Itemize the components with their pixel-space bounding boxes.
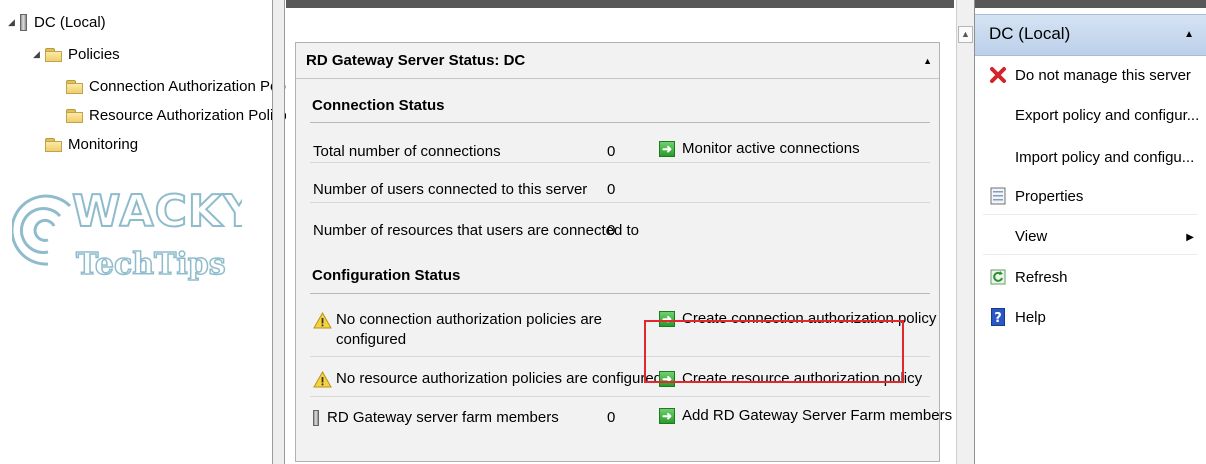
folder-icon bbox=[45, 137, 62, 152]
row-label-container: RD Gateway server farm members bbox=[313, 409, 559, 427]
red-x-icon bbox=[989, 66, 1007, 84]
row-value: 0 bbox=[607, 409, 616, 426]
tree-node-label: Policies bbox=[68, 45, 120, 63]
row-label-container: No connection authorization policies are… bbox=[313, 310, 602, 350]
pane-header-bar bbox=[975, 0, 1206, 8]
folder-icon bbox=[45, 47, 62, 62]
table-row: Total number of connections 0 ➜ Monitor … bbox=[310, 123, 930, 163]
svg-text:WACKY: WACKY bbox=[72, 186, 242, 237]
row-value: 0 bbox=[607, 222, 616, 239]
server-icon bbox=[313, 410, 319, 427]
action-import-policy[interactable]: Import policy and configu... bbox=[975, 140, 1206, 176]
row-label: Number of resources that users are conne… bbox=[313, 222, 640, 239]
console-tree: ◢ DC (Local) ◢ Policies Connection Autho… bbox=[0, 0, 312, 464]
submenu-arrow-icon: ▶ bbox=[1186, 232, 1194, 243]
tree-node-policies[interactable]: ◢ Policies bbox=[33, 43, 120, 65]
action-export-policy[interactable]: Export policy and configur... bbox=[975, 98, 1206, 134]
tree-node-rap[interactable]: Resource Authorization Policies bbox=[66, 104, 300, 126]
highlight-annotation bbox=[644, 320, 904, 383]
action-do-not-manage-server[interactable]: Do not manage this server bbox=[975, 58, 1206, 94]
menu-divider bbox=[983, 254, 1198, 255]
tree-node-label: Monitoring bbox=[68, 135, 139, 153]
action-label: Add RD Gateway Server Farm members bbox=[682, 407, 953, 424]
action-label: Refresh bbox=[1015, 269, 1068, 286]
collapse-arrow-icon[interactable]: ◢ bbox=[8, 17, 20, 28]
actions-section-title: DC (Local) bbox=[989, 24, 1071, 43]
action-label: View bbox=[1015, 228, 1048, 245]
wacky-techtips-logo: WACKY TechTips bbox=[12, 185, 242, 283]
action-label: Import policy and configu... bbox=[1015, 149, 1195, 166]
refresh-icon bbox=[989, 268, 1007, 286]
action-label: Do not manage this server bbox=[1015, 67, 1191, 84]
go-arrow-icon: ➜ bbox=[659, 407, 675, 424]
table-row: Number of resources that users are conne… bbox=[310, 203, 930, 246]
collapse-arrow-icon[interactable]: ◢ bbox=[33, 49, 45, 60]
monitor-active-connections-link[interactable]: ➜ Monitor active connections bbox=[659, 140, 860, 157]
actions-section-header[interactable]: DC (Local) ▲ bbox=[975, 14, 1206, 56]
server-icon bbox=[20, 13, 27, 31]
tree-node-label: DC (Local) bbox=[34, 13, 106, 31]
action-properties[interactable]: Properties bbox=[975, 179, 1206, 215]
action-help[interactable]: ? Help bbox=[975, 300, 1206, 336]
action-label: Help bbox=[1015, 309, 1046, 326]
row-label: configured bbox=[336, 331, 407, 348]
gateway-status-panel: RD Gateway Server Status: DC ▲ Connectio… bbox=[295, 42, 952, 462]
svg-text:TechTips: TechTips bbox=[76, 247, 226, 282]
action-refresh[interactable]: Refresh bbox=[975, 260, 1206, 296]
pane-splitter[interactable] bbox=[272, 0, 285, 464]
row-label: Number of users connected to this server bbox=[313, 181, 588, 198]
tree-node-monitoring[interactable]: Monitoring bbox=[45, 133, 138, 155]
panel-title: RD Gateway Server Status: DC bbox=[306, 52, 526, 69]
action-label: Export policy and configur... bbox=[1015, 107, 1200, 124]
tree-node-label: Resource Authorization Policies bbox=[89, 106, 300, 124]
action-label: Monitor active connections bbox=[682, 140, 860, 157]
tree-node-dc-local[interactable]: ◢ DC (Local) bbox=[8, 11, 106, 33]
results-pane: RD Gateway Server Status: DC ▲ Connectio… bbox=[286, 0, 954, 464]
warning-icon bbox=[313, 311, 332, 329]
row-value: 0 bbox=[607, 143, 616, 160]
row-label: RD Gateway server farm members bbox=[327, 409, 559, 426]
row-label-container: No resource authorization policies are c… bbox=[313, 370, 662, 388]
menu-divider bbox=[983, 214, 1198, 215]
row-label: No resource authorization policies are c… bbox=[336, 370, 663, 387]
configuration-status-heading: Configuration Status bbox=[312, 267, 461, 284]
folder-icon bbox=[66, 79, 83, 94]
vertical-scrollbar[interactable]: ▲ bbox=[956, 0, 974, 464]
folder-icon bbox=[66, 108, 83, 123]
table-row: RD Gateway server farm members 0 ➜ Add R… bbox=[310, 397, 952, 437]
properties-icon bbox=[989, 187, 1007, 205]
panel-header: RD Gateway Server Status: DC ▲ bbox=[296, 43, 939, 79]
collapse-arrow-icon[interactable]: ▲ bbox=[1184, 29, 1194, 40]
section-divider bbox=[310, 293, 930, 294]
action-view[interactable]: View ▶ bbox=[975, 219, 1206, 255]
scroll-up-icon[interactable]: ▲ bbox=[958, 26, 973, 43]
row-label: Total number of connections bbox=[313, 143, 501, 160]
help-icon: ? bbox=[989, 308, 1007, 326]
svg-text:?: ? bbox=[994, 311, 1002, 326]
connection-status-heading: Connection Status bbox=[312, 97, 445, 114]
go-arrow-icon: ➜ bbox=[659, 140, 675, 157]
actions-pane: DC (Local) ▲ Do not manage this server E… bbox=[974, 0, 1206, 464]
row-label: No connection authorization policies are bbox=[336, 311, 602, 328]
warning-icon bbox=[313, 370, 332, 388]
table-row: Number of users connected to this server… bbox=[310, 163, 930, 203]
collapse-arrow-icon[interactable]: ▲ bbox=[923, 56, 932, 66]
action-label: Properties bbox=[1015, 188, 1084, 205]
row-value: 0 bbox=[607, 181, 616, 198]
add-server-farm-members-link[interactable]: ➜ Add RD Gateway Server Farm members bbox=[659, 407, 952, 424]
pane-header-bar bbox=[286, 0, 954, 8]
